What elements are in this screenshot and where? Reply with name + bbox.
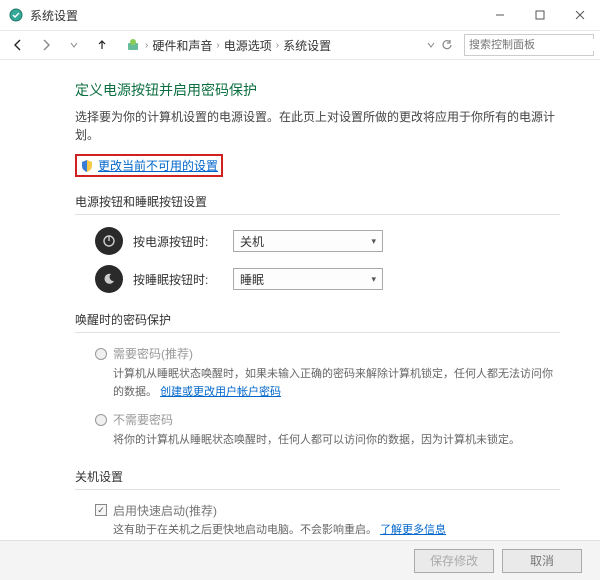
chevron-right-icon: › [276,40,279,51]
chevron-down-icon[interactable] [427,41,435,49]
fast-startup-check-row: ✓ 启用快速启动(推荐) [75,502,560,519]
no-password-radio-row: 不需要密码 [75,411,560,428]
footer: 保存修改 取消 [0,540,600,580]
page-heading: 定义电源按钮并启用密码保护 [75,80,560,100]
location-icon [125,37,141,53]
close-button[interactable] [560,0,600,30]
learn-more-link[interactable]: 了解更多信息 [380,524,446,536]
minimize-button[interactable] [480,0,520,30]
create-password-link[interactable]: 创建或更改用户帐户密码 [160,386,281,398]
power-button-select[interactable]: 关机 ▾ [233,230,383,252]
back-button[interactable] [6,33,30,57]
fast-startup-checkbox: ✓ [95,504,107,516]
search-input[interactable] [469,39,600,51]
cancel-button[interactable]: 取消 [502,549,582,573]
sleep-button-label: 按睡眠按钮时: [133,271,233,288]
fast-startup-label: 启用快速启动(推荐) [113,502,217,519]
no-password-label: 不需要密码 [113,411,173,428]
need-password-desc: 计算机从睡眠状态唤醒时，如果未输入正确的密码来解除计算机锁定，任何人都无法访问你… [75,366,560,401]
chevron-right-icon: › [145,40,148,51]
need-password-radio-row: 需要密码(推荐) [75,345,560,362]
maximize-button[interactable] [520,0,560,30]
chevron-down-icon: ▾ [371,274,376,285]
power-button-section: 电源按钮和睡眠按钮设置 按电源按钮时: 关机 ▾ 按睡眠按钮时: 睡眠 ▾ [75,193,560,293]
power-icon [95,227,123,255]
save-button[interactable]: 保存修改 [414,549,494,573]
chevron-down-icon: ▾ [371,236,376,247]
shield-icon [80,159,94,173]
change-settings-link[interactable]: 更改当前不可用的设置 [98,157,218,174]
titlebar: 系统设置 [0,0,600,30]
sleep-button-value: 睡眠 [240,271,264,288]
window-title: 系统设置 [30,7,480,24]
fast-startup-desc: 这有助于在关机之后更快地启动电脑。不会影响重启。 了解更多信息 [75,521,560,537]
up-button[interactable] [90,33,114,57]
page-description: 选择要为你的计算机设置的电源设置。在此页上对设置所做的更改将应用于你所有的电源计… [75,108,560,144]
power-button-value: 关机 [240,233,264,250]
password-section: 唤醒时的密码保护 需要密码(推荐) 计算机从睡眠状态唤醒时，如果未输入正确的密码… [75,311,560,450]
sleep-button-row: 按睡眠按钮时: 睡眠 ▾ [75,265,560,293]
breadcrumb[interactable]: › 硬件和声音 › 电源选项 › 系统设置 [118,34,460,57]
app-icon [8,7,24,23]
forward-button[interactable] [34,33,58,57]
sleep-button-select[interactable]: 睡眠 ▾ [233,268,383,290]
moon-icon [95,265,123,293]
content-area: 定义电源按钮并启用密码保护 选择要为你的计算机设置的电源设置。在此页上对设置所做… [0,60,600,540]
section-title-password: 唤醒时的密码保护 [75,311,560,333]
breadcrumb-power[interactable]: 电源选项 [224,37,272,54]
power-button-row: 按电源按钮时: 关机 ▾ [75,227,560,255]
need-password-radio [95,348,107,360]
shutdown-section: 关机设置 ✓ 启用快速启动(推荐) 这有助于在关机之后更快地启动电脑。不会影响重… [75,468,560,540]
no-password-radio [95,414,107,426]
need-password-label: 需要密码(推荐) [113,345,193,362]
chevron-right-icon: › [216,40,219,51]
search-box[interactable] [464,34,594,56]
history-dropdown[interactable] [62,33,86,57]
breadcrumb-sys[interactable]: 系统设置 [283,37,331,54]
no-password-desc: 将你的计算机从睡眠状态唤醒时，任何人都可以访问你的数据，因为计算机未锁定。 [75,432,560,450]
refresh-icon[interactable] [441,39,453,51]
section-title-power-buttons: 电源按钮和睡眠按钮设置 [75,193,560,215]
section-title-shutdown: 关机设置 [75,468,560,490]
change-settings-link-box: 更改当前不可用的设置 [75,154,223,177]
power-button-label: 按电源按钮时: [133,233,233,250]
breadcrumb-hw-sound[interactable]: 硬件和声音 [152,37,212,54]
navbar: › 硬件和声音 › 电源选项 › 系统设置 [0,30,600,60]
